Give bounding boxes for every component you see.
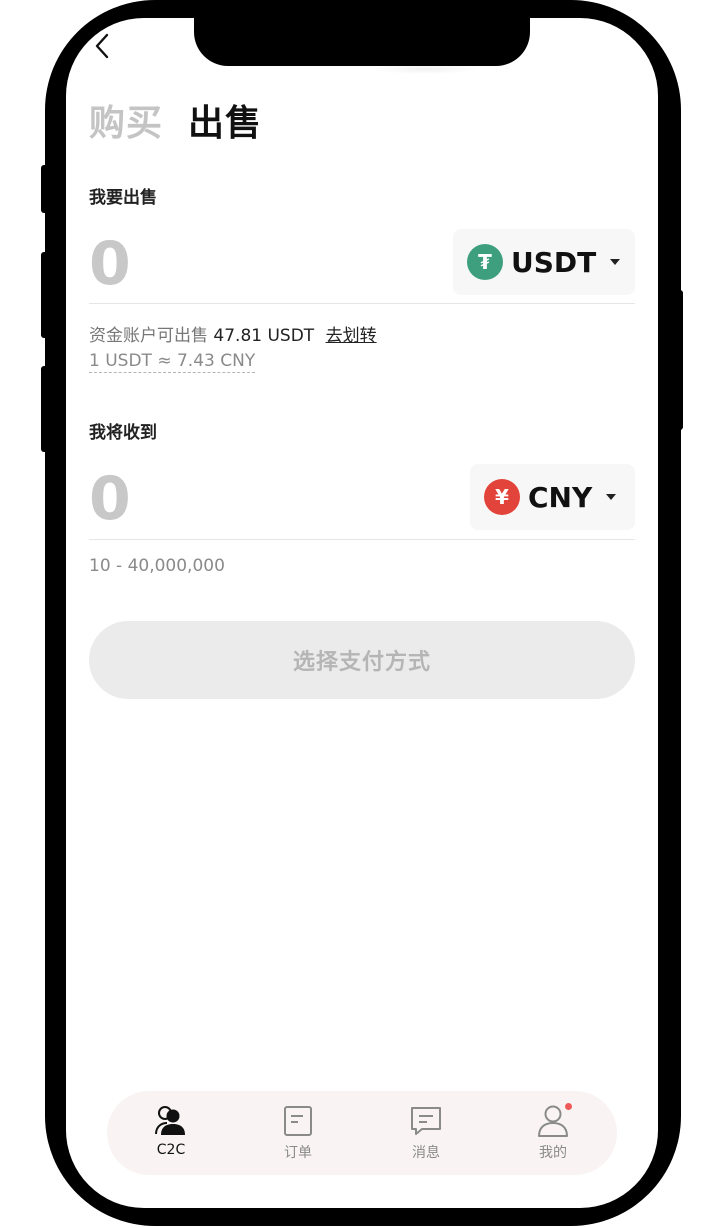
message-icon: [411, 1107, 441, 1135]
tab-sell[interactable]: 出售: [188, 94, 262, 146]
sell-label: 我要出售: [89, 188, 157, 208]
tab-buy[interactable]: 购买: [89, 94, 163, 146]
receive-amount-input[interactable]: 0: [89, 469, 131, 529]
sell-amount-input[interactable]: 0: [89, 234, 131, 294]
tabbar-label-messages: 消息: [412, 1145, 440, 1161]
sell-currency-code: USDT: [511, 245, 597, 279]
exchange-rate[interactable]: 1 USDT ≈ 7.43 CNY: [89, 351, 256, 373]
caret-down-icon: [606, 494, 617, 500]
receive-currency-selector[interactable]: ¥ CNY: [470, 464, 635, 530]
notch-shadow: [370, 64, 480, 74]
receive-divider: [89, 539, 635, 540]
amount-limit: 10 - 40,000,000: [89, 556, 225, 576]
back-button[interactable]: [90, 30, 118, 62]
notch: [194, 0, 530, 66]
select-payment-method-button[interactable]: 选择支付方式: [89, 621, 635, 699]
available-amount: 47.81 USDT: [213, 326, 315, 346]
available-prefix: 资金账户可出售: [89, 326, 208, 346]
mute-switch: [41, 165, 49, 213]
volume-up-button: [41, 252, 49, 338]
receive-label: 我将收到: [89, 423, 157, 443]
sell-divider: [89, 303, 635, 304]
transfer-link[interactable]: 去划转: [326, 326, 377, 346]
notification-badge: [565, 1103, 572, 1110]
tabbar-label-c2c: C2C: [156, 1142, 186, 1158]
usdt-icon: ₮: [467, 244, 503, 280]
tabbar-label-me: 我的: [539, 1145, 567, 1161]
tabbar-item-orders[interactable]: 订单: [258, 1103, 338, 1162]
volume-down-button: [41, 366, 49, 452]
tabbar-item-messages[interactable]: 消息: [386, 1103, 466, 1162]
available-balance: 资金账户可出售 47.81 USDT 去划转: [89, 321, 377, 346]
sell-currency-selector[interactable]: ₮ USDT: [453, 229, 635, 295]
receive-currency-code: CNY: [528, 480, 593, 514]
tabbar-item-c2c[interactable]: C2C: [131, 1103, 211, 1158]
document-icon: [284, 1106, 312, 1136]
users-icon: [155, 1106, 185, 1135]
bottom-tab-bar: C2C 订单 消息 我的: [107, 1091, 617, 1175]
cny-icon: ¥: [484, 479, 520, 515]
tabbar-label-orders: 订单: [284, 1145, 312, 1161]
user-icon: [538, 1105, 568, 1137]
chevron-left-icon: [95, 33, 109, 59]
caret-down-icon: [610, 259, 621, 265]
power-button: [675, 290, 683, 430]
tabbar-item-me[interactable]: 我的: [513, 1103, 593, 1162]
